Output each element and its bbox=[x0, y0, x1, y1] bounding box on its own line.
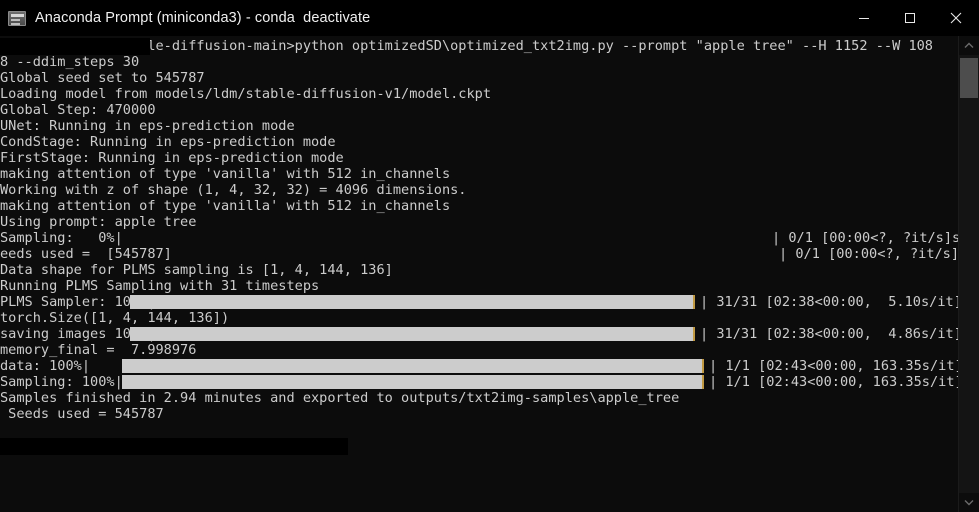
console-line: torch.Size([1, 4, 144, 136]) bbox=[0, 310, 958, 326]
console-line: Global seed set to 545787 bbox=[0, 70, 958, 86]
redacted-region bbox=[0, 38, 150, 55]
console-line-text: Global seed set to 545787 bbox=[0, 70, 205, 86]
minimize-button[interactable] bbox=[841, 0, 887, 36]
console-line: Using prompt: apple tree bbox=[0, 214, 958, 230]
scrollbar-thumb[interactable] bbox=[960, 58, 978, 98]
console-line: FirstStage: Running in eps-prediction mo… bbox=[0, 150, 958, 166]
console-line: Sampling: 100%| | 1/1 [02:43<00:00, 163.3… bbox=[0, 374, 958, 390]
console-line: Running PLMS Sampling with 31 timesteps bbox=[0, 278, 958, 294]
console-line: Samples finished in 2.94 minutes and exp… bbox=[0, 390, 958, 406]
console-line-text: Samples finished in 2.94 minutes and exp… bbox=[0, 390, 680, 406]
redacted-region bbox=[0, 438, 348, 455]
console-line-text: Loading model from models/ldm/stable-dif… bbox=[0, 86, 492, 102]
progress-bar-fill bbox=[122, 359, 702, 373]
console-line-text: Working with z of shape (1, 4, 32, 32) =… bbox=[0, 182, 467, 198]
console-line-text: FirstStage: Running in eps-prediction mo… bbox=[0, 150, 344, 166]
console-line: making attention of type 'vanilla' with … bbox=[0, 166, 958, 182]
console-line-text: CondStage: Running in eps-prediction mod… bbox=[0, 134, 336, 150]
console-line-tail: | 0/1 [00:00<?, ?it/s] bbox=[779, 246, 958, 262]
console-line-text: Sampling: 0%| bbox=[0, 230, 123, 246]
progress-bar-fill bbox=[122, 375, 702, 389]
console-line-tail: | 1/1 [02:43<00:00, 163.35s/it] bbox=[709, 358, 958, 374]
console-line: PLMS Sampler: 100%| | 31/31 [02:38<00:00,… bbox=[0, 294, 958, 310]
console-line-text: Running PLMS Sampling with 31 timesteps bbox=[0, 278, 320, 294]
console-line: CondStage: Running in eps-prediction mod… bbox=[0, 134, 958, 150]
console-line: 8 --ddim_steps 30 bbox=[0, 54, 958, 70]
console-line: Global Step: 470000 bbox=[0, 102, 958, 118]
console-line-text: Global Step: 470000 bbox=[0, 102, 156, 118]
console-line-text: data: 100%| bbox=[0, 358, 91, 374]
console-line-text: making attention of type 'vanilla' with … bbox=[0, 198, 451, 214]
console-line: Working with z of shape (1, 4, 32, 32) =… bbox=[0, 182, 958, 198]
console-line-text: making attention of type 'vanilla' with … bbox=[0, 166, 451, 182]
window-controls bbox=[841, 0, 979, 36]
console-line: Data shape for PLMS sampling is [1, 4, 1… bbox=[0, 262, 958, 278]
console-output[interactable]: stable-diffusion-main>python optimizedSD… bbox=[0, 36, 958, 512]
console-line-tail: | 31/31 [02:38<00:00, 5.10s/it] bbox=[700, 294, 958, 310]
console-line bbox=[0, 438, 958, 455]
console-line-text: eeds used = [545787] bbox=[0, 246, 172, 262]
console-line: UNet: Running in eps-prediction mode bbox=[0, 118, 958, 134]
console-icon bbox=[8, 10, 26, 26]
console-line-text: Data shape for PLMS sampling is [1, 4, 1… bbox=[0, 262, 393, 278]
maximize-button[interactable] bbox=[887, 0, 933, 36]
progress-bar-cap bbox=[702, 375, 704, 389]
progress-bar-cap bbox=[693, 327, 695, 341]
progress-bar-fill bbox=[130, 327, 693, 341]
progress-bar-cap bbox=[693, 295, 695, 309]
console-line-text: Seeds used = 545787 bbox=[0, 406, 164, 422]
window-title: Anaconda Prompt (miniconda3) - conda dea… bbox=[35, 10, 371, 26]
console-line: Loading model from models/ldm/stable-dif… bbox=[0, 86, 958, 102]
scrollbar-track[interactable] bbox=[959, 55, 979, 493]
console-line: Seeds used = 545787 bbox=[0, 406, 958, 422]
console-line: making attention of type 'vanilla' with … bbox=[0, 198, 958, 214]
console-scrollbar[interactable] bbox=[958, 36, 979, 512]
terminal-window: Anaconda Prompt (miniconda3) - conda dea… bbox=[0, 0, 979, 512]
console-line: Sampling: 0%| | 0/1 [00:00<?, ?it/s]s bbox=[0, 230, 958, 246]
console-line-text: Sampling: 100%| bbox=[0, 374, 123, 390]
title-bar[interactable]: Anaconda Prompt (miniconda3) - conda dea… bbox=[0, 0, 979, 36]
console-line: memory_final = 7.998976 bbox=[0, 342, 958, 358]
close-button[interactable] bbox=[933, 0, 979, 36]
console-line-tail: | 0/1 [00:00<?, ?it/s]s bbox=[772, 230, 958, 246]
console-line: data: 100%| | 1/1 [02:43<00:00, 163.35s/i… bbox=[0, 358, 958, 374]
console-line-text: UNet: Running in eps-prediction mode bbox=[0, 118, 295, 134]
console-line: eeds used = [545787] | 0/1 [00:00<?, ?it/… bbox=[0, 246, 958, 262]
console-line-text: torch.Size([1, 4, 144, 136]) bbox=[0, 310, 230, 326]
console-line-tail: | 1/1 [02:43<00:00, 163.35s/it] bbox=[709, 374, 958, 390]
console-line: saving images 100%| | 31/31 [02:38<00:00,… bbox=[0, 326, 958, 342]
console-line: stable-diffusion-main>python optimizedSD… bbox=[0, 38, 958, 55]
progress-bar-fill bbox=[130, 295, 693, 309]
scroll-down-arrow-icon[interactable] bbox=[959, 493, 979, 512]
console-line-text: Using prompt: apple tree bbox=[0, 214, 197, 230]
console-line-text: memory_final = 7.998976 bbox=[0, 342, 197, 358]
progress-bar-cap bbox=[702, 359, 704, 373]
scroll-up-arrow-icon[interactable] bbox=[959, 36, 979, 55]
console-line-tail: | 31/31 [02:38<00:00, 4.86s/it] bbox=[700, 326, 958, 342]
console-line-text: 8 --ddim_steps 30 bbox=[0, 54, 140, 70]
